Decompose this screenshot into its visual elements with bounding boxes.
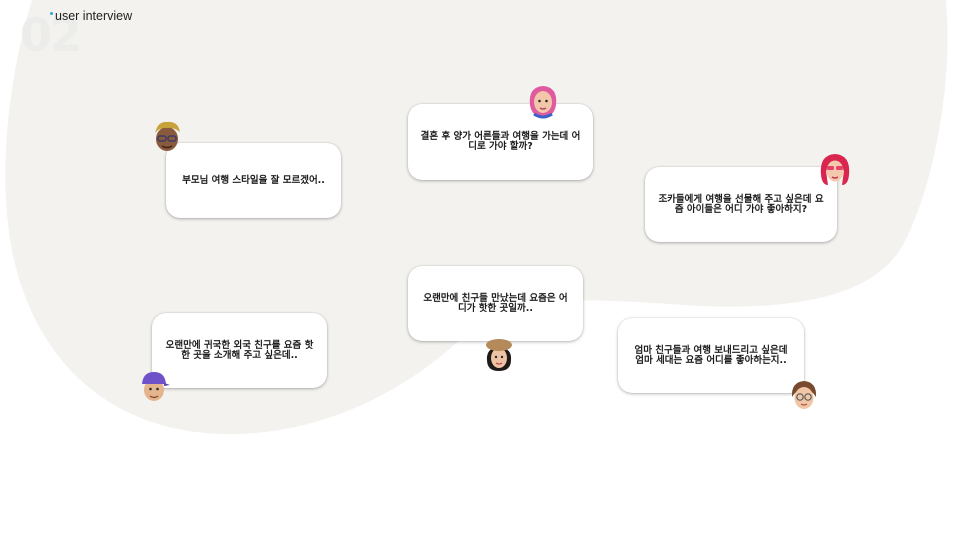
memoji-woman-pink-hair-icon	[529, 86, 557, 119]
quote-bubble: 결혼 후 양가 어른들과 여행을 가는데 어디로 가야 할까?	[408, 104, 593, 180]
section-title: user interview	[55, 9, 133, 23]
quote-bubble: 조카들에게 여행을 선물해 주고 싶은데 요즘 아이들은 어디 가야 좋아하지?	[645, 167, 837, 242]
quote-text: 부모님 여행 스타일을 잘 모르겠어..	[182, 174, 325, 186]
memoji-woman-red-hair-icon	[820, 154, 850, 185]
quote-text: 조카들에게 여행을 선물해 주고 싶은데 요즘 아이들은 어디 가야 좋아하지?	[658, 193, 824, 215]
quote-text: 엄마 친구들과 여행 보내드리고 싶은데 엄마 세대는 요즘 어디를 좋아하는지…	[634, 344, 788, 366]
quote-bubble: 오랜만에 친구들 만났는데 요즘은 어디가 핫한 곳일까..	[408, 266, 583, 341]
memoji-boy-purple-cap-icon	[142, 372, 170, 401]
quote-text: 오랜만에 친구들 만났는데 요즘은 어디가 핫한 곳일까..	[423, 292, 568, 314]
quote-bubble: 오랜만에 귀국한 외국 친구를 요즘 핫한 곳을 소개해 주고 싶은데..	[152, 313, 327, 388]
memoji-man-curly-hair-icon	[155, 121, 180, 151]
memoji-woman-beret-icon	[486, 339, 512, 371]
memoji-girl-glasses-icon	[791, 381, 817, 409]
quote-text: 결혼 후 양가 어른들과 여행을 가는데 어디로 가야 할까?	[420, 131, 581, 152]
quote-text: 오랜만에 귀국한 외국 친구를 요즘 핫한 곳을 소개해 주고 싶은데..	[165, 339, 314, 361]
accent-dot	[50, 12, 53, 15]
quote-bubble: 엄마 친구들과 여행 보내드리고 싶은데 엄마 세대는 요즘 어디를 좋아하는지…	[618, 318, 804, 393]
quote-bubble: 부모님 여행 스타일을 잘 모르겠어..	[166, 143, 341, 218]
